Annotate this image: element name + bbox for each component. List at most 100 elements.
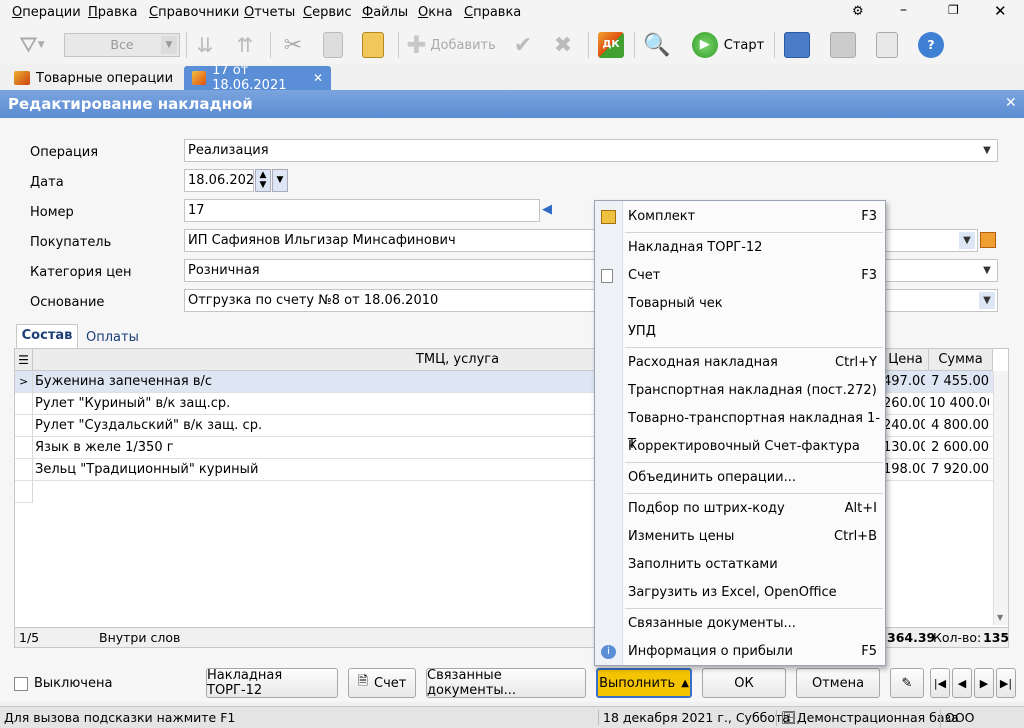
menu-item-import-excel[interactable]: Загрузить из Excel, OpenOffice [595,580,885,606]
first-record-icon[interactable]: |◀ [930,668,950,698]
menu-operations[interactable]: Операции [12,5,81,20]
gear-icon[interactable]: ⚙ [852,4,864,19]
status-database: 🗄Демонстрационная база [776,710,959,726]
menu-windows[interactable]: Окна [418,5,453,20]
close-tab-icon[interactable]: ✕ [313,71,323,85]
restore-icon[interactable]: ❐ [948,3,959,17]
close-icon[interactable]: ✕ [994,2,1007,20]
ok-button[interactable]: ОК [702,668,786,698]
minimize-icon[interactable]: – [900,2,907,18]
filter-select[interactable]: Все ▼ [64,29,180,61]
cross-icon[interactable]: ✖ [548,29,578,61]
row-position: 1/5 [19,630,40,645]
last-record-icon[interactable]: ▶| [996,668,1016,698]
menu-item-transport-waybill[interactable]: Транспортная накладная (пост.272) [595,378,885,404]
menu-item-merge-operations[interactable]: Объединить операции... [595,465,885,491]
plus-icon: ✚ [406,31,427,59]
search-mode[interactable]: Внутри слов [99,628,180,648]
menu-item-barcode-pick[interactable]: Подбор по штрих-коду Alt+I [595,496,885,522]
search-icon[interactable]: 🔍 [642,29,672,61]
grid-menu-icon[interactable]: ☰ [15,349,33,371]
tab-payments[interactable]: Оплаты [86,330,139,345]
menu-files[interactable]: Файлы [362,5,408,20]
menu-item-invoice[interactable]: Счет F3 [595,263,885,289]
date-field[interactable]: 18.06.2021 [184,169,254,192]
menu-service[interactable]: Сервис [303,5,352,20]
cut-icon[interactable]: ✂ [278,29,308,61]
document-icon: 🗎 [357,674,369,689]
prev-record-icon[interactable]: ◀ [952,668,972,698]
basis-label: Основание [30,295,105,310]
menu-item-upd[interactable]: УПД [595,319,885,345]
kit-icon [601,210,616,224]
printer-icon[interactable] [828,29,858,61]
date-label: Дата [30,175,64,190]
column-header-sum[interactable]: Сумма [929,349,993,371]
menu-item-torg12[interactable]: Накладная ТОРГ-12 [595,235,885,261]
menu-item-fill-stock[interactable]: Заполнить остатками [595,552,885,578]
tab-invoice-17[interactable]: 17 от 18.06.2021 ✕ [184,63,331,93]
dialog-title-bar: Редактирование накладной ✕ [0,90,1024,118]
calendar-dropdown-button[interactable]: ▼ [272,169,288,192]
menu-item-linked-documents[interactable]: Связанные документы... [595,611,885,637]
execute-button[interactable]: Выполнить ▲ [596,668,692,698]
count-label: Кол-во: [933,630,982,645]
invoice-button[interactable]: 🗎 Счет [348,668,416,698]
help-icon[interactable]: ? [916,29,946,61]
scroll-down-icon[interactable]: ▼ [997,613,1003,622]
menu-item-profit-info[interactable]: i Информация о прибыли F5 [595,639,885,665]
status-organization: ООО "Удача" [940,710,1024,728]
sort-down-icon[interactable]: ⇊ [190,29,220,61]
menu-item-correction-invoice[interactable]: Корректировочный Счет-фактура [595,434,885,460]
paste-icon[interactable] [358,29,388,61]
status-bar: Для вызова подсказки нажмите F1 18 декаб… [0,706,1024,728]
menu-edit[interactable]: Правка [88,5,137,20]
arrow-left-icon[interactable]: ◀ [542,202,552,217]
dk-icon[interactable]: ДК [596,29,626,61]
menu-item-ttn[interactable]: Товарно-транспортная накладная 1-Т [595,406,885,452]
operation-select[interactable]: Реализация ▼ [184,139,998,162]
menu-reports[interactable]: Отчеты [244,5,295,20]
menu-bar: Операции Правка Справочники Отчеты Серви… [0,0,1024,26]
document-tabs: Товарные операции 17 от 18.06.2021 ✕ [0,63,1024,93]
start-button[interactable]: ▶ Старт [688,29,768,61]
menu-item-kit[interactable]: Комплект F3 [595,204,885,230]
disabled-label: Выключена [34,676,113,691]
open-card-icon[interactable] [980,232,996,248]
add-button[interactable]: ✚ Добавить [404,29,498,61]
info-icon: i [601,645,616,659]
menu-references[interactable]: Справочники [149,5,239,20]
linked-documents-button[interactable]: Связанные документы... [426,668,586,698]
buyer-label: Покупатель [30,235,112,250]
play-icon: ▶ [691,32,718,58]
operation-label: Операция [30,145,99,160]
next-record-icon[interactable]: ▶ [974,668,994,698]
operations-icon [14,71,30,85]
column-header-price[interactable]: Цена [883,349,929,371]
vertical-scrollbar[interactable]: ▼ [993,371,1008,625]
menu-item-change-prices[interactable]: Изменить цены Ctrl+B [595,524,885,550]
operations-icon [192,71,207,85]
chevron-down-icon: ▼ [983,145,991,156]
menu-help[interactable]: Справка [464,5,521,20]
tab-composition[interactable]: Состав [16,324,78,348]
check-icon[interactable]: ✔ [508,29,538,61]
number-field[interactable]: 17 [184,199,540,222]
copy-icon[interactable] [318,29,348,61]
date-spinner[interactable]: ▲ ▼ [255,169,271,192]
close-dialog-icon[interactable]: ✕ [1005,95,1017,111]
dialog-title: Редактирование накладной [8,95,253,113]
calculator-icon[interactable] [782,29,812,61]
toolbar: ⛛ ▼ Все ▼ ⇊ ⇈ ✂ ✚ Добавить ✔ ✖ ДК 🔍 ▶ Старт… [0,26,1024,64]
sort-up-icon[interactable]: ⇈ [230,29,260,61]
pencil-icon[interactable]: ✎ [890,668,924,698]
disabled-checkbox[interactable] [14,677,28,691]
torg12-button[interactable]: Накладная ТОРГ-12 [206,668,338,698]
cancel-button[interactable]: Отмена [796,668,880,698]
tab-product-operations[interactable]: Товарные операции [6,66,181,90]
menu-item-expense-waybill[interactable]: Расходная накладная Ctrl+Y [595,350,885,376]
filter-icon[interactable]: ⛛ ▼ [10,29,54,61]
chevron-down-icon: ▼ [979,292,995,309]
menu-item-receipt[interactable]: Товарный чек [595,291,885,317]
print-preview-icon[interactable] [872,29,902,61]
